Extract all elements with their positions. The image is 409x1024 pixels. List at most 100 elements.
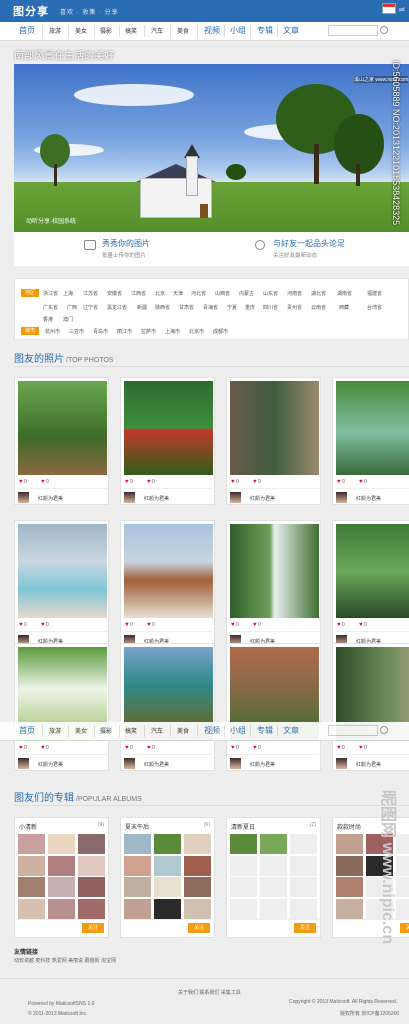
avatar[interactable] bbox=[230, 758, 241, 769]
photo-card[interactable]: ♥ 0 ♥ 0 红颜为君美 bbox=[120, 520, 215, 648]
comment-icon[interactable]: ♥ bbox=[359, 622, 363, 628]
album-thumbnail[interactable] bbox=[78, 898, 105, 919]
album-thumbnail[interactable] bbox=[230, 877, 257, 897]
album-thumbnail[interactable] bbox=[230, 898, 257, 919]
album-thumbnail[interactable] bbox=[230, 834, 257, 854]
nav-photography[interactable]: 摄影 bbox=[100, 26, 112, 35]
avatar[interactable] bbox=[336, 758, 347, 769]
photo-thumbnail[interactable] bbox=[336, 381, 409, 475]
heart-icon[interactable]: ♥ bbox=[19, 479, 23, 485]
album-thumbnail[interactable] bbox=[336, 877, 363, 897]
album-thumbnail[interactable] bbox=[78, 877, 105, 897]
comment-icon[interactable]: ♥ bbox=[359, 479, 363, 485]
upload-action-title[interactable]: 秀秀你的图片 bbox=[102, 238, 150, 249]
album-thumbnail[interactable] bbox=[184, 855, 211, 876]
nav-home[interactable]: 首页 bbox=[19, 725, 35, 736]
user-name[interactable]: ad bbox=[399, 7, 405, 13]
tag[interactable]: 甘肃省 bbox=[179, 304, 194, 311]
album-card[interactable]: 夏末午后 (6) 关注 bbox=[120, 817, 215, 938]
nav-beauty[interactable]: 美女 bbox=[75, 726, 87, 735]
tag[interactable]: 云南省 bbox=[311, 304, 326, 311]
album-thumbnail[interactable] bbox=[18, 834, 45, 854]
album-name[interactable]: 小清新 bbox=[19, 822, 37, 831]
heart-icon[interactable]: ♥ bbox=[125, 479, 129, 485]
heart-icon[interactable]: ♥ bbox=[125, 622, 129, 628]
album-thumbnail[interactable] bbox=[48, 877, 75, 897]
username[interactable]: 红颜为君美 bbox=[38, 761, 63, 768]
heart-icon[interactable]: ♥ bbox=[125, 745, 129, 751]
username[interactable]: 红颜为君美 bbox=[144, 761, 169, 768]
photo-card[interactable]: ♥ 0 ♥ 0 红颜为君美 bbox=[332, 643, 409, 771]
album-thumbnail[interactable] bbox=[154, 834, 181, 854]
site-logo[interactable]: 图分享 bbox=[13, 3, 49, 19]
photo-card[interactable]: ♥ 0 ♥ 0 红颜为君美 bbox=[226, 377, 321, 505]
photo-user[interactable]: 红颜为君美 bbox=[124, 758, 213, 770]
album-thumbnail[interactable] bbox=[336, 898, 363, 919]
heart-icon[interactable]: ♥ bbox=[231, 479, 235, 485]
photo-card[interactable]: ♥ 0 ♥ 0 红颜为君美 bbox=[14, 377, 109, 505]
album-thumbnail[interactable] bbox=[260, 855, 287, 876]
album-thumbnail[interactable] bbox=[290, 855, 317, 876]
heart-icon[interactable]: ♥ bbox=[231, 622, 235, 628]
tag[interactable]: 贵州省 bbox=[287, 304, 302, 311]
album-thumbnail[interactable] bbox=[78, 855, 105, 876]
album-thumbnail[interactable] bbox=[18, 877, 45, 897]
username[interactable]: 红颜为君美 bbox=[38, 495, 63, 502]
album-thumbnail[interactable] bbox=[154, 855, 181, 876]
heart-icon[interactable]: ♥ bbox=[231, 745, 235, 751]
comment-icon[interactable]: ♥ bbox=[41, 479, 45, 485]
album-thumbnail[interactable] bbox=[260, 877, 287, 897]
tag[interactable]: 新疆 bbox=[137, 304, 147, 311]
tag[interactable]: 辽宁省 bbox=[83, 304, 98, 311]
album-thumbnail[interactable] bbox=[184, 898, 211, 919]
tag[interactable]: 香港 bbox=[43, 316, 53, 323]
nav-articles[interactable]: 文章 bbox=[283, 725, 299, 736]
tag[interactable]: 江西省 bbox=[131, 290, 146, 297]
search-input[interactable] bbox=[328, 25, 378, 36]
album-thumbnail[interactable] bbox=[124, 898, 151, 919]
avatar[interactable] bbox=[230, 492, 241, 503]
photo-card[interactable]: ♥ 0 ♥ 0 红颜为君美 bbox=[332, 377, 409, 505]
comment-icon[interactable]: ♥ bbox=[253, 622, 257, 628]
tag[interactable]: 江苏省 bbox=[83, 290, 98, 297]
heart-icon[interactable]: ♥ bbox=[19, 745, 23, 751]
album-thumbnail[interactable] bbox=[48, 834, 75, 854]
username[interactable]: 红颜为君美 bbox=[144, 495, 169, 502]
tag[interactable]: 北京 bbox=[155, 290, 165, 297]
share-action-title[interactable]: 与好友一起品头论足 bbox=[273, 238, 345, 249]
photo-user[interactable]: 红颜为君美 bbox=[230, 758, 319, 770]
photo-thumbnail[interactable] bbox=[230, 524, 319, 618]
album-thumbnail[interactable] bbox=[154, 877, 181, 897]
comment-icon[interactable]: ♥ bbox=[41, 745, 45, 751]
username[interactable]: 红颜为君美 bbox=[250, 761, 275, 768]
comment-icon[interactable]: ♥ bbox=[147, 622, 151, 628]
photo-thumbnail[interactable] bbox=[18, 381, 107, 475]
photo-card[interactable]: ♥ 0 ♥ 0 红颜为君美 bbox=[226, 643, 321, 771]
photo-thumbnail[interactable] bbox=[18, 524, 107, 618]
username[interactable]: 红颜为君美 bbox=[356, 495, 381, 502]
tag[interactable]: 澳门 bbox=[63, 316, 73, 323]
tag[interactable]: 重庆 bbox=[245, 304, 255, 311]
tag[interactable]: 山东省 bbox=[263, 290, 278, 297]
photo-user[interactable]: 红颜为君美 bbox=[336, 492, 409, 504]
tag[interactable]: 湖北省 bbox=[311, 290, 326, 297]
tag[interactable]: 上海市 bbox=[165, 328, 180, 335]
photo-thumbnail[interactable] bbox=[124, 381, 213, 475]
nav-home[interactable]: 首页 bbox=[19, 25, 35, 36]
tag[interactable]: 宁夏 bbox=[227, 304, 237, 311]
username[interactable]: 红颜为君美 bbox=[250, 495, 275, 502]
comment-icon[interactable]: ♥ bbox=[147, 745, 151, 751]
nav-video[interactable]: 视频 bbox=[204, 25, 220, 36]
nav-travel[interactable]: 旅游 bbox=[49, 26, 61, 35]
album-thumbnail[interactable] bbox=[154, 898, 181, 919]
album-thumbnail[interactable] bbox=[124, 855, 151, 876]
nav-funny[interactable]: 搞笑 bbox=[125, 726, 137, 735]
nav-albums[interactable]: 专辑 bbox=[257, 25, 273, 36]
tag[interactable]: 黑龙江省 bbox=[107, 304, 127, 311]
heart-icon[interactable]: ♥ bbox=[337, 622, 341, 628]
follow-button[interactable]: 关注 bbox=[188, 923, 210, 933]
tag[interactable]: 天津 bbox=[173, 290, 183, 297]
avatar[interactable] bbox=[124, 758, 135, 769]
nav-albums[interactable]: 专辑 bbox=[257, 725, 273, 736]
album-card[interactable]: 小清新 (9) 关注 bbox=[14, 817, 109, 938]
